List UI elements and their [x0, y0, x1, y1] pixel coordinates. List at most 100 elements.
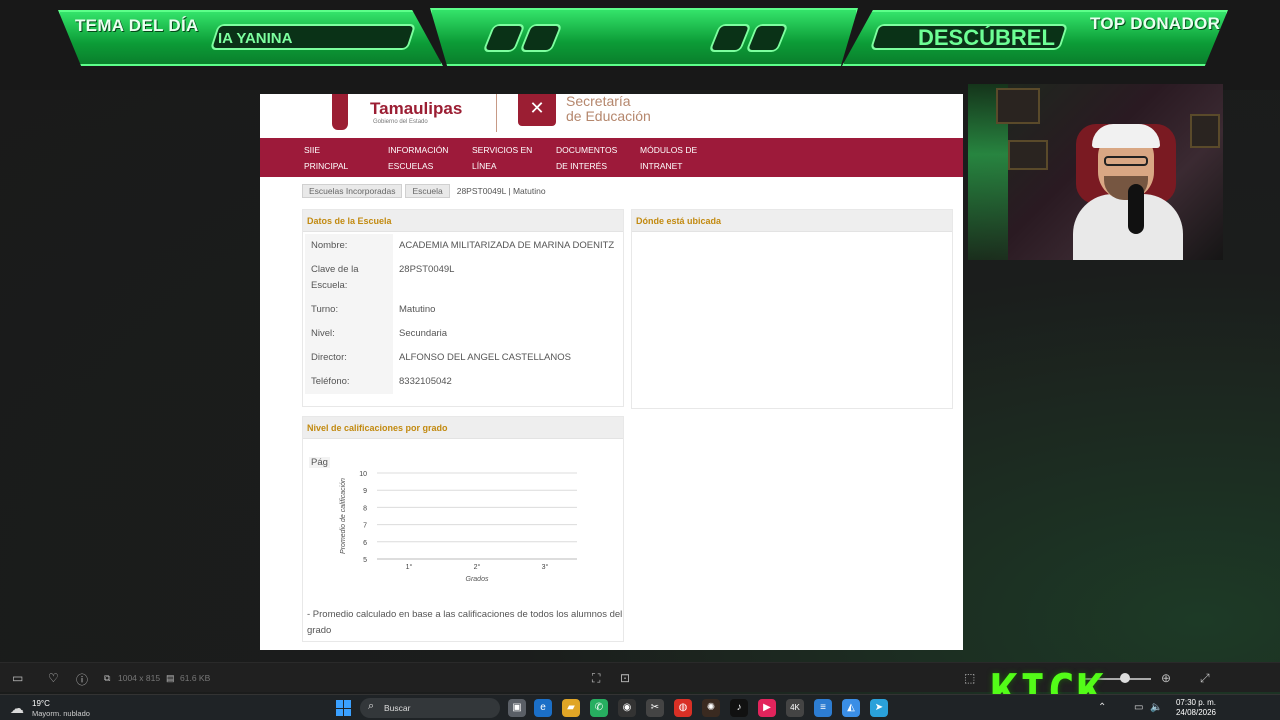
chart-y-axis-label: Promedio de calificación — [340, 478, 347, 554]
crop-icon[interactable]: ⛶ — [592, 671, 600, 686]
secretaria-logo-icon: ✕ — [518, 94, 556, 126]
nav-label: DOCUMENTOS — [556, 145, 618, 155]
chart-y-tick-label: 8 — [363, 505, 367, 512]
nav-label: SERVICIOS EN — [472, 145, 533, 155]
nav-item-servicios[interactable]: SERVICIOS EN LÍNEA — [472, 142, 552, 174]
chart-y-tick-label: 9 — [363, 488, 367, 495]
photos-icon[interactable]: ◭ — [842, 699, 860, 717]
location-card: Dónde está ubicada — [631, 209, 953, 409]
nav-label: PRINCIPAL — [304, 161, 349, 171]
capcut-icon[interactable]: ✂ — [646, 699, 664, 717]
app-icon[interactable]: ▶ — [758, 699, 776, 717]
nav-item-siie[interactable]: SIIE PRINCIPAL — [304, 142, 384, 174]
breadcrumb-current: 28PST0049L | Matutino — [456, 186, 546, 196]
whatsapp-icon[interactable]: ✆ — [590, 699, 608, 717]
info-row: Nivel: Secundaria — [305, 322, 621, 346]
file-size-icon: ▤ — [166, 673, 175, 683]
webcam-microphone — [1128, 184, 1144, 234]
info-row: Teléfono: 8332105042 — [305, 370, 621, 394]
zoom-in-icon[interactable]: ⊕ — [1161, 671, 1171, 685]
tamaulipas-logo-title[interactable]: Tamaulipas — [370, 99, 462, 119]
screen: TEMA DEL DÍA IA YANINA TOP DONADOR DESCÚ… — [0, 0, 1280, 720]
screen-icon[interactable]: ▭ — [12, 671, 23, 685]
location-title: Dónde está ubicada — [632, 210, 952, 232]
image-dimensions: 1004 x 815 — [118, 673, 161, 683]
secretaria-line2: de Educación — [566, 108, 651, 124]
school-data-table: Nombre: ACADEMIA MILITARIZADA DE MARINA … — [303, 232, 623, 394]
clock-time[interactable]: 07:30 p. m. — [1168, 698, 1216, 707]
expand-icon[interactable]: ⤢ — [1200, 671, 1210, 686]
chart-y-tick-label: 10 — [359, 471, 367, 478]
chart-x-tick-label: 1° — [406, 563, 413, 571]
chart-x-axis-label: Grados — [466, 576, 489, 583]
info-key: Clave de la Escuela: — [305, 258, 393, 298]
webcam-wall-frame — [996, 88, 1040, 124]
header-divider — [496, 94, 497, 132]
app-icon[interactable]: ✺ — [702, 699, 720, 717]
taskbar: ☁ 19°C Mayorm. nublado ⌕ Buscar ▣ e ▰ ✆ … — [0, 694, 1280, 720]
clock-date[interactable]: 24/08/2026 — [1168, 708, 1216, 717]
notepad-icon[interactable]: ≡ — [814, 699, 832, 717]
fit-icon[interactable]: ⊡ — [620, 671, 630, 685]
nav-label: LÍNEA — [472, 161, 497, 171]
main-nav: SIIE PRINCIPAL INFORMACIÓN ESCUELAS SERV… — [260, 138, 963, 177]
tray-chevron-icon[interactable]: ⌃ — [1098, 702, 1106, 713]
grades-chart: 5 6 7 8 9 10 1° 2° 3° Grados Promedio de calificac… — [340, 471, 577, 583]
search-icon: ⌕ — [368, 700, 375, 712]
taskbar-search[interactable]: ⌕ Buscar — [360, 698, 500, 718]
info-value: Secundaria — [399, 328, 448, 339]
start-button[interactable] — [336, 700, 352, 716]
network-icon[interactable]: ▭ — [1134, 702, 1143, 713]
nav-item-documentos[interactable]: DOCUMENTOS DE INTERÉS — [556, 142, 636, 174]
stream-overlay-bar: TEMA DEL DÍA IA YANINA TOP DONADOR DESCÚ… — [0, 0, 1280, 90]
edge-icon[interactable]: e — [534, 699, 552, 717]
chart-y-tick-label: 5 — [363, 557, 367, 564]
nav-label: DE INTERÉS — [556, 161, 608, 171]
image-file-size: 61.6 KB — [180, 673, 211, 683]
4k-app-icon[interactable]: 4K — [786, 699, 804, 717]
chart-y-tick-label: 7 — [363, 523, 367, 530]
nav-label: SIIE — [304, 145, 321, 155]
tiktok-icon[interactable]: ♪ — [730, 699, 748, 717]
info-key: Teléfono: — [305, 370, 393, 394]
nav-label: MÓDULOS DE — [640, 145, 698, 155]
info-row: Clave de la Escuela: 28PST0049L — [305, 258, 621, 298]
cloud-icon[interactable]: ☁ — [10, 700, 24, 717]
info-value: 28PST0049L — [399, 264, 455, 275]
nav-item-modulos[interactable]: MÓDULOS DE INTRANET — [640, 142, 720, 174]
tamaulipas-logo-icon — [332, 94, 348, 130]
chart-y-tick-label: 6 — [363, 540, 367, 547]
breadcrumb-link[interactable]: Escuelas Incorporadas — [302, 184, 403, 198]
telegram-icon[interactable]: ➤ — [870, 699, 888, 717]
obs-icon[interactable]: ◉ — [618, 699, 636, 717]
location-map-area[interactable] — [632, 232, 952, 402]
chart-x-tick-label: 3° — [542, 563, 549, 571]
nav-label: INTRANET — [640, 161, 683, 171]
info-value: ACADEMIA MILITARIZADA DE MARINA DOENITZ — [399, 240, 615, 251]
dimensions-icon: ⧉ — [104, 673, 111, 683]
webcam-wall-frame — [1008, 140, 1048, 170]
info-key: Nivel: — [305, 322, 393, 346]
school-data-card: Datos de la Escuela Nombre: ACADEMIA MIL… — [302, 209, 624, 407]
secretaria-line1: Secretaría — [566, 94, 631, 109]
folder-icon[interactable]: ▰ — [562, 699, 580, 717]
info-row: Turno: Matutino — [305, 298, 621, 322]
breadcrumb-link[interactable]: Escuela — [405, 184, 450, 198]
fullscreen-icon[interactable]: ⬚ — [964, 671, 975, 685]
overlay-right-slot-text: DESCÚBREL — [918, 25, 1055, 50]
webcam-feed — [968, 84, 1223, 260]
overlay-left-label: TEMA DEL DÍA — [75, 16, 199, 35]
nav-item-informacion[interactable]: INFORMACIÓN ESCUELAS — [388, 142, 468, 174]
zoom-slider-knob[interactable] — [1120, 673, 1130, 683]
weather-description[interactable]: Mayorm. nublado — [32, 709, 90, 718]
chrome-icon[interactable]: ◍ — [674, 699, 692, 717]
task-view-icon[interactable]: ▣ — [508, 699, 526, 717]
info-icon[interactable]: ⓘ — [76, 671, 88, 688]
web-page: Tamaulipas Gobierno del Estado ✕ Secreta… — [260, 94, 963, 650]
volume-icon[interactable]: 🔈 — [1150, 702, 1162, 713]
overlay-right-label: TOP DONADOR — [1090, 14, 1221, 33]
heart-icon[interactable]: ♡ — [48, 671, 59, 685]
breadcrumb: Escuelas Incorporadas Escuela 28PST0049L… — [302, 184, 546, 198]
overlay-left-slot-text: IA YANINA — [218, 30, 293, 47]
weather-temperature[interactable]: 19°C — [32, 699, 50, 708]
